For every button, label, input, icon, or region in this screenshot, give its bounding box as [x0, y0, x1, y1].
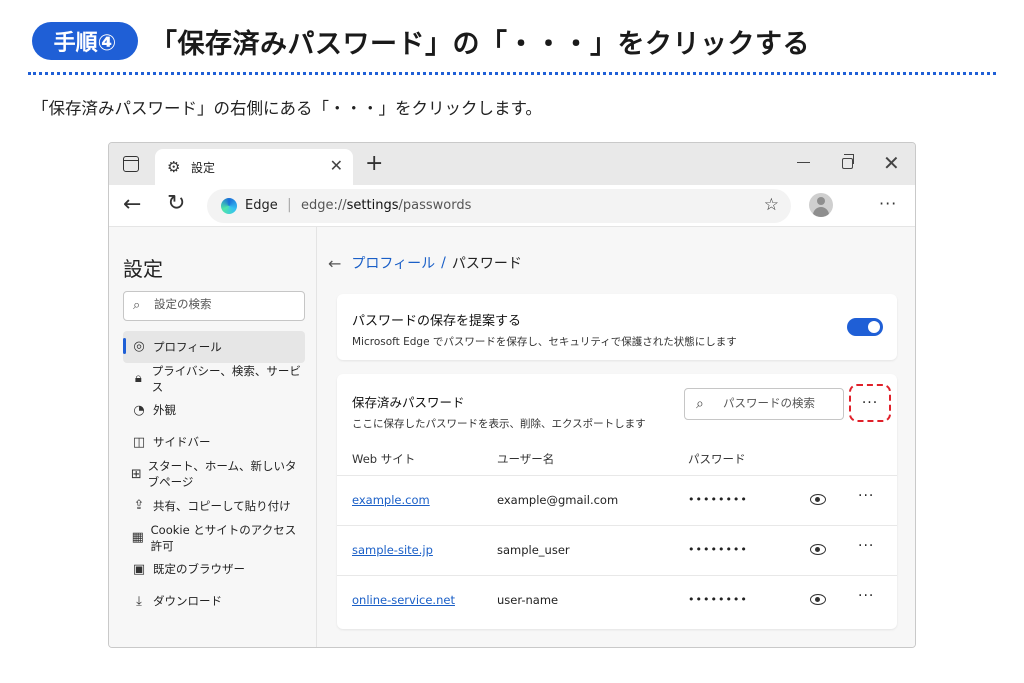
saved-passwords-card: 保存済みパスワード ここに保存したパスワードを表示、削除、エクスポートします ⌕… [337, 374, 897, 629]
sidebar-item-share[interactable]: ⇪ 共有、コピーして貼り付け [123, 490, 305, 522]
edge-logo-icon [221, 198, 237, 214]
breadcrumb-separator: / [441, 255, 446, 271]
saved-passwords-description: ここに保存したパスワードを表示、削除、エクスポートします [352, 418, 646, 430]
password-search[interactable]: ⌕ [684, 388, 844, 420]
sidebar-item-default-browser[interactable]: ▣ 既定のブラウザー [123, 554, 305, 586]
home-icon: ⊞ [130, 466, 142, 482]
offer-to-save-title: パスワードの保存を提案する [352, 314, 522, 329]
show-password-icon[interactable] [810, 594, 826, 605]
address-brand: Edge [245, 198, 278, 213]
settings-search[interactable]: ⌕ [123, 291, 305, 321]
settings-nav: ◎ プロフィール 🔒︎ プライバシー、検索、サービス ◔ 外観 ◫ サイドバー … [123, 331, 305, 617]
sidebar-item-label: ダウンロード [153, 594, 222, 609]
row-more-button[interactable]: ··· [858, 488, 874, 504]
saved-passwords-title: 保存済みパスワード [352, 395, 465, 410]
toggle-knob [868, 321, 880, 333]
breadcrumb-profile-link[interactable]: プロフィール [351, 253, 435, 273]
column-header-username: ユーザー名 [497, 452, 555, 466]
saved-passwords-more-button[interactable]: ··· [849, 384, 891, 422]
password-search-input[interactable] [723, 396, 838, 410]
close-window-icon[interactable]: ✕ [883, 151, 900, 175]
password-cell: •••••••• [688, 593, 748, 606]
sidebar-item-label: サイドバー [153, 435, 211, 450]
address-bar[interactable]: Edge | edge://settings/passwords ☆ [207, 189, 791, 223]
profile-icon: ◎ [133, 339, 145, 355]
table-row: online-service.net user-name •••••••• ··… [337, 575, 897, 625]
sidebar-item-label: Cookie とサイトのアクセス許可 [150, 522, 297, 553]
settings-search-input[interactable] [154, 297, 299, 311]
site-link[interactable]: online-service.net [352, 593, 455, 607]
column-header-website: Web サイト [352, 452, 416, 466]
sidebar-item-label: 外観 [153, 403, 176, 418]
close-tab-icon[interactable]: ✕ [330, 156, 343, 175]
show-password-icon[interactable] [810, 544, 826, 555]
row-more-button[interactable]: ··· [858, 538, 874, 554]
sidebar-item-label: 既定のブラウザー [153, 562, 245, 577]
site-link[interactable]: sample-site.jp [352, 543, 433, 557]
offer-to-save-toggle[interactable] [847, 318, 883, 336]
tab-actions-icon[interactable] [123, 156, 139, 172]
username-cell: example@gmail.com [497, 493, 619, 507]
gear-icon: ⚙ [167, 158, 181, 176]
refresh-icon[interactable]: ↻ [167, 191, 185, 216]
table-row: example.com example@gmail.com •••••••• ·… [337, 475, 897, 525]
download-icon: ⤓ [136, 593, 142, 609]
site-link[interactable]: example.com [352, 493, 430, 507]
palette-icon: ◔ [133, 402, 145, 418]
lock-icon: 🔒︎ [134, 371, 142, 387]
back-arrow-icon[interactable]: ← [328, 254, 341, 273]
restore-icon[interactable] [842, 154, 854, 169]
column-header-password: パスワード [688, 452, 746, 466]
offer-to-save-card: パスワードの保存を提案する Microsoft Edge でパスワードを保存し、… [337, 294, 897, 360]
sidebar-item-label: 共有、コピーして貼り付け [153, 498, 291, 513]
settings-main: ← プロフィール / パスワード パスワードの保存を提案する Microsoft… [318, 227, 915, 647]
address-separator: | [287, 197, 292, 213]
sidebar-item-label: プロフィール [153, 339, 222, 354]
back-arrow-icon[interactable]: ← [123, 192, 141, 217]
row-more-button[interactable]: ··· [858, 588, 874, 604]
password-cell: •••••••• [688, 493, 748, 506]
sidebar-item-privacy[interactable]: 🔒︎ プライバシー、検索、サービス [123, 363, 305, 395]
sidebar-item-label: プライバシー、検索、サービス [151, 363, 301, 394]
page-title: パスワード [451, 256, 522, 272]
sidebar-item-start-home[interactable]: ⊞ スタート、ホーム、新しいタブページ [123, 458, 305, 490]
cookie-icon: ▦ [131, 530, 144, 546]
avatar[interactable] [809, 193, 833, 217]
table-row: sample-site.jp sample_user •••••••• ··· [337, 525, 897, 575]
toolbar: ← ↻ Edge | edge://settings/passwords ☆ ·… [109, 185, 915, 227]
tab-bar: ⚙ 設定 ✕ + ✕ [109, 143, 915, 185]
show-password-icon[interactable] [810, 494, 826, 505]
browser-menu-button[interactable]: ··· [879, 194, 897, 213]
browser-window: ⚙ 設定 ✕ + ✕ ← ↻ Edge | edge://settings/pa… [108, 142, 916, 648]
search-icon: ⌕ [696, 396, 704, 412]
username-cell: sample_user [497, 543, 570, 557]
share-icon: ⇪ [133, 498, 145, 514]
sidebar-item-label: スタート、ホーム、新しいタブページ [147, 459, 297, 490]
tab-title: 設定 [191, 161, 216, 175]
sidebar-item-appearance[interactable]: ◔ 外観 [123, 395, 305, 427]
sidebar-item-sidebar[interactable]: ◫ サイドバー [123, 426, 305, 458]
step-title: 「保存済みパスワード」の「・・・」をクリックする [150, 28, 810, 60]
sidebar-item-downloads[interactable]: ⤓ ダウンロード [123, 585, 305, 617]
sidebar-item-profile[interactable]: ◎ プロフィール [123, 331, 305, 363]
address-url: edge://settings/passwords [301, 198, 472, 213]
new-tab-button[interactable]: + [365, 151, 383, 176]
sidebar-item-cookies[interactable]: ▦ Cookie とサイトのアクセス許可 [123, 522, 305, 554]
password-cell: •••••••• [688, 543, 748, 556]
divider [28, 72, 996, 75]
offer-to-save-description: Microsoft Edge でパスワードを保存し、セキュリティで保護された状態… [352, 336, 737, 348]
sidebar-title: 設定 [123, 257, 163, 281]
breadcrumb: ← プロフィール / パスワード [328, 253, 522, 273]
username-cell: user-name [497, 593, 559, 607]
minimize-icon[interactable] [797, 162, 810, 163]
browser-icon: ▣ [132, 561, 146, 577]
instruction-text: 「保存済みパスワード」の右側にある「・・・」をクリックします。 [32, 99, 542, 118]
tab-settings[interactable]: ⚙ 設定 ✕ [155, 149, 353, 185]
sidebar-icon: ◫ [132, 434, 146, 450]
settings-sidebar: 設定 ⌕ ◎ プロフィール 🔒︎ プライバシー、検索、サービス ◔ 外観 ◫ サ… [109, 227, 317, 647]
add-favorite-icon[interactable]: ☆ [764, 195, 779, 215]
step-badge: 手順④ [32, 22, 138, 60]
search-icon: ⌕ [133, 298, 141, 313]
